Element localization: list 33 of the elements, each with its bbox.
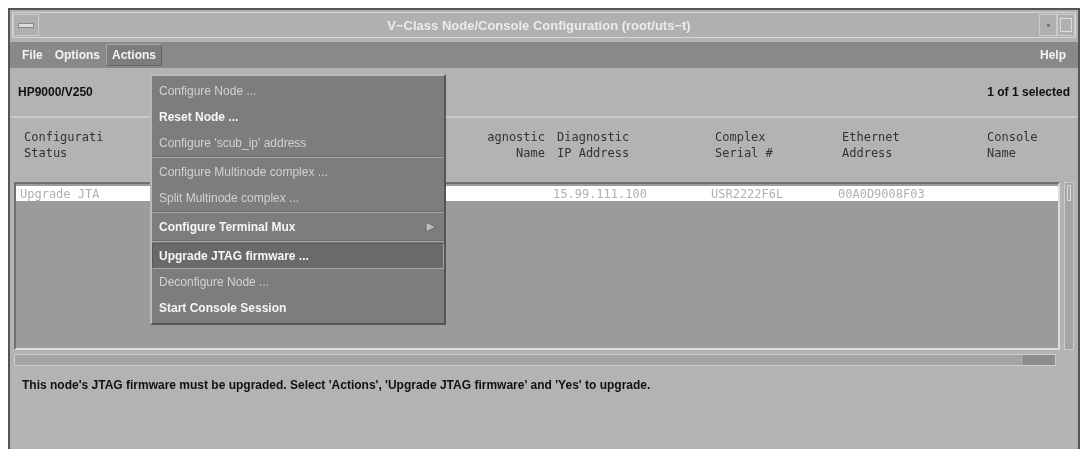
column-heading: agnostic [487,130,545,144]
column-heading: Diagnostic [557,130,630,144]
horizontal-scrollbar[interactable] [14,354,1056,366]
menu-item[interactable]: File [16,44,49,66]
column-heading: Ethernet [842,130,900,144]
column-heading: Serial # [715,146,773,160]
window-menu-button[interactable] [13,14,39,36]
menu-entry[interactable]: Start Console Session [152,295,444,321]
column-heading: Status [24,146,68,160]
column-heading: Name [516,146,545,160]
column-heading: Complex [715,130,766,144]
table-cell: USR2222F6L [711,186,784,201]
help-menu[interactable]: Help [1034,44,1072,66]
table-cell: Upgrade JTA [20,186,100,201]
menu-entry[interactable]: Reset Node ... [152,104,444,130]
selection-count: 1 of 1 selected [987,85,1070,99]
column-heading: Console [987,130,1038,144]
column-heading: Address [842,146,893,160]
column-heading: IP Address [557,146,630,160]
menu-entry[interactable]: Configure Terminal Mux [152,214,444,240]
minimize-button[interactable] [1039,14,1057,36]
menu-item[interactable]: Actions [106,44,162,66]
column-heading: Configurati [24,130,104,144]
window-title: V−Class Node/Console Configuration (root/uts−t) [386,17,692,33]
menu-item[interactable]: Options [48,44,106,66]
column-heading: Name [987,146,1016,160]
table-cell: 00A0D9008F03 [838,186,925,201]
vertical-scrollbar[interactable] [1064,182,1074,350]
table-cell: 15.99.111.100 [553,186,647,201]
node-label: HP9000/V250 [18,85,93,99]
maximize-button[interactable] [1057,14,1075,36]
status-message: This node's JTAG firmware must be upgraded. Select 'Actions', 'Upgrade JTAG firmware' and 'Yes' to upgrade. [21,377,652,394]
menu-entry[interactable]: Upgrade JTAG firmware ... [152,243,444,269]
